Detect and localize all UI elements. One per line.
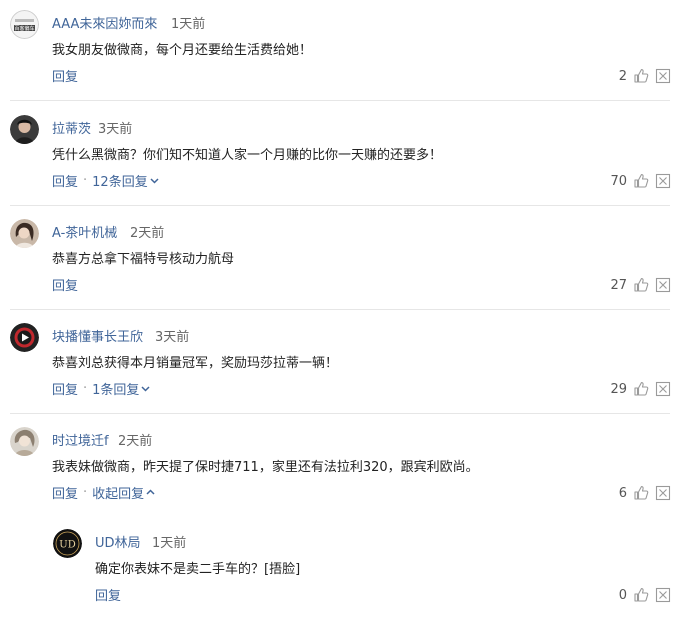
comment-divider [10,309,670,310]
comment-time: 2天前 [130,226,165,241]
reply-link[interactable]: 回复 [95,589,121,604]
comment-actions: 回复 · 1条回复 [52,379,151,398]
user-avatar[interactable] [10,219,39,248]
user-avatar[interactable] [10,427,39,456]
chevron-down-icon[interactable] [149,175,160,186]
comment-divider [10,100,670,101]
view-replies-link[interactable]: 12条回复 [92,175,148,190]
collapse-replies-link[interactable]: 收起回复 [92,487,144,502]
comment-username[interactable]: A-茶叶机械 [52,222,117,241]
user-avatar[interactable]: 百客偏车 [10,10,39,39]
like-count: 6 [618,485,627,501]
comment-tools: 29 [610,381,671,397]
thumbs-up-icon[interactable] [633,277,649,293]
comment-actions: 回复 [52,66,78,85]
avatar-person-light-icon [10,427,39,456]
comment-actions: 回复 [52,275,78,294]
reply-tools: 0 [619,587,671,603]
comment-username[interactable]: 块播懂事长王欣 [52,326,143,345]
svg-text:UD: UD [59,540,75,551]
reply-link[interactable]: 回复 [52,279,78,294]
report-icon[interactable] [655,68,671,84]
comment-actions: 回复 · 收起回复 [52,483,156,502]
comment-actions: 回复 · 12条回复 [52,171,160,190]
report-icon[interactable] [655,277,671,293]
separator-dot: · [83,485,88,500]
separator-dot: · [83,381,88,396]
svg-text:百客偏车: 百客偏车 [14,25,34,32]
comment-tools: 6 [619,485,671,501]
thumbs-up-icon[interactable] [633,68,649,84]
avatar-person-dark-icon [10,115,39,144]
reply-text: 确定你表妹不是卖二手车的？[捂脸] [95,562,301,577]
comment-divider [10,205,670,206]
like-count: 2 [618,68,627,84]
reply-username[interactable]: UD林局 [95,532,141,551]
chevron-down-icon[interactable] [140,383,151,394]
comment-tools: 27 [610,277,671,293]
avatar-badge-logo-icon: 百客偏车 [10,10,39,39]
reply-time: 1天前 [152,536,187,551]
reply-actions: 回复 [95,585,121,604]
report-icon[interactable] [655,381,671,397]
comment-tools: 70 [610,173,671,189]
thumbs-up-icon[interactable] [633,381,649,397]
like-count: 0 [618,587,627,603]
thumbs-up-icon[interactable] [633,173,649,189]
thumbs-up-icon[interactable] [633,587,649,603]
comment-username[interactable]: 拉蒂茨 [52,118,91,137]
comment-time: 2天前 [118,434,153,449]
report-icon[interactable] [655,173,671,189]
comment-text: 我女朋友做微商，每个月还要给生活费给她！ [52,43,313,58]
like-count: 29 [610,381,627,397]
like-count: 27 [610,277,627,293]
user-avatar[interactable]: UD [53,529,82,558]
thumbs-up-icon[interactable] [633,485,649,501]
avatar-person-woman-icon [10,219,39,248]
avatar-ud-logo-icon: UD [53,529,82,558]
comment-time: 3天前 [155,330,190,345]
reply-link[interactable]: 回复 [52,487,78,502]
comment-time: 3天前 [98,122,133,137]
separator-dot: · [83,173,88,188]
comment-username[interactable]: AAA未來因妳而來 [52,13,157,32]
reply-link[interactable]: 回复 [52,383,78,398]
comment-username[interactable]: 时过境迁f [52,430,109,449]
view-replies-link[interactable]: 1条回复 [92,383,139,398]
comment-time: 1天前 [171,17,206,32]
user-avatar[interactable] [10,115,39,144]
comment-text: 恭喜刘总获得本月销量冠军，奖励玛莎拉蒂一辆！ [52,356,339,371]
user-avatar[interactable] [10,323,39,352]
chevron-up-icon[interactable] [145,487,156,498]
like-count: 70 [610,173,627,189]
reply-link[interactable]: 回复 [52,70,78,85]
comment-tools: 2 [619,68,671,84]
report-icon[interactable] [655,587,671,603]
comment-text: 我表妹做微商，昨天提了保时捷711，家里还有法拉利320，跟宾利欧尚。 [52,460,479,475]
report-icon[interactable] [655,485,671,501]
comment-text: 恭喜方总拿下福特号核动力航母 [52,252,235,267]
comment-divider [10,413,670,414]
comment-text: 凭什么黑微商？你们知不知道人家一个月赚的比你一天赚的还要多！ [52,148,443,163]
reply-link[interactable]: 回复 [52,175,78,190]
avatar-play-logo-icon [10,323,39,352]
